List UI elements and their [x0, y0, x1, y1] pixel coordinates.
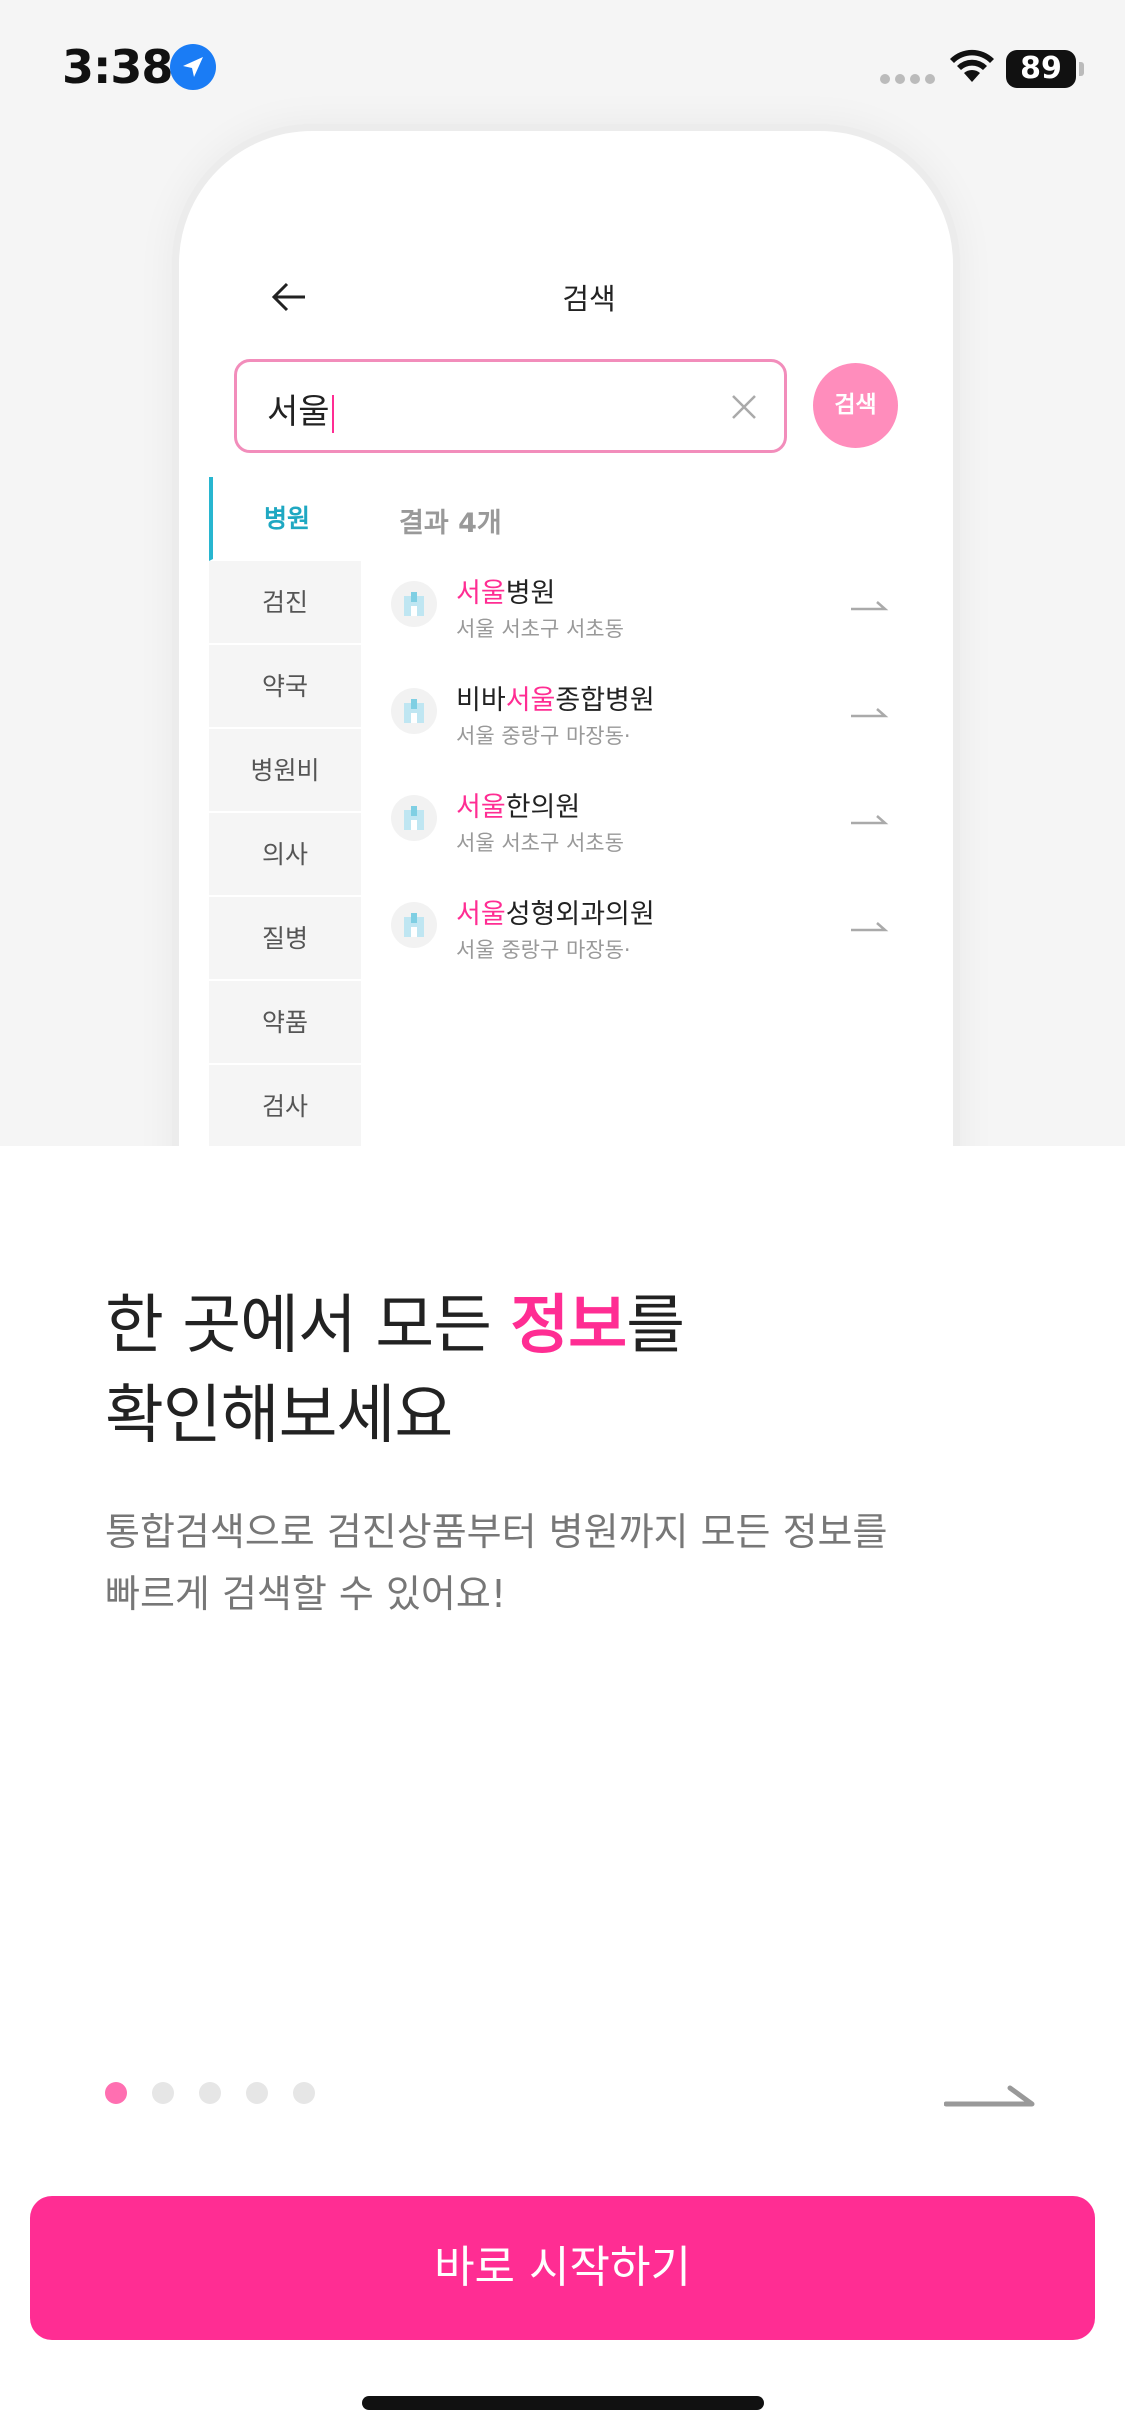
mockup-category-pharmacy: 약국	[209, 645, 361, 729]
headline-highlight: 정보	[510, 1289, 627, 1363]
result-name-suffix: 병원	[505, 578, 556, 609]
result-name-highlight: 서울	[456, 792, 506, 823]
page-dot-3[interactable]	[199, 2082, 221, 2104]
arrow-right-icon	[851, 922, 889, 932]
mockup-search-query: 서울	[267, 392, 330, 432]
result-name-prefix: 비바	[456, 685, 506, 716]
result-address: 서울 서초구 서초동	[456, 617, 624, 641]
hospital-icon	[391, 581, 437, 627]
result-address: 서울 서초구 서초동	[456, 831, 624, 855]
result-name-suffix: 종합병원	[555, 685, 655, 716]
mockup-screen: 검색 서울 검색 병원 검진 약국 병원비 의사 질병 약품 검사 결과 4개	[209, 131, 924, 1146]
arrow-right-icon	[851, 601, 889, 611]
mockup-result-item: 서울한의원 서울 서초구 서초동	[391, 785, 891, 865]
next-page-arrow-icon[interactable]	[944, 2074, 1036, 2114]
onboarding-sheet: 한 곳에서 모든 정보를 확인해보세요 통합검색으로 검진상품부터 병원까지 모…	[0, 1146, 1125, 2436]
result-name-highlight: 서울	[456, 899, 506, 930]
mockup-result-item: 서울성형외과의원 서울 중랑구 마장동·	[391, 892, 891, 972]
headline-part1: 한 곳에서 모든	[105, 1289, 511, 1363]
mockup-category-disease: 질병	[209, 897, 361, 981]
mockup-result-count: 결과 4개	[399, 508, 502, 539]
mockup-category-hospital: 병원	[209, 477, 361, 561]
mockup-category-checkup: 검진	[209, 561, 361, 645]
headline-part2: 를	[626, 1289, 685, 1363]
result-name-suffix: 성형외과의원	[505, 899, 655, 930]
page-dot-5[interactable]	[293, 2082, 315, 2104]
result-address: 서울 중랑구 마장동·	[456, 938, 631, 962]
mockup-category-hospital-fee: 병원비	[209, 729, 361, 813]
result-name-highlight: 서울	[505, 685, 556, 716]
page-dot-1[interactable]	[105, 2082, 127, 2104]
home-indicator	[362, 2396, 764, 2410]
onboarding-headline: 한 곳에서 모든 정보를 확인해보세요	[105, 1281, 685, 1461]
page-dot-4[interactable]	[246, 2082, 268, 2104]
hospital-icon	[391, 902, 437, 948]
hospital-icon	[391, 795, 437, 841]
description-line1: 통합검색으로 검진상품부터 병원까지 모든 정보를	[105, 1510, 888, 1554]
mockup-category-medicine: 약품	[209, 981, 361, 1065]
mockup-category-doctor: 의사	[209, 813, 361, 897]
mockup-result-item: 비바서울종합병원 서울 중랑구 마장동·	[391, 678, 891, 758]
clear-icon	[732, 395, 756, 419]
start-now-button[interactable]: 바로 시작하기	[30, 2196, 1095, 2340]
text-caret	[331, 394, 334, 433]
phone-mockup-illustration: 검색 서울 검색 병원 검진 약국 병원비 의사 질병 약품 검사 결과 4개	[0, 0, 1125, 1146]
hospital-icon	[391, 688, 437, 734]
mockup-result-item: 서울병원 서울 서초구 서초동	[391, 571, 891, 651]
mockup-search-input: 서울	[234, 359, 787, 453]
result-address: 서울 중랑구 마장동·	[456, 724, 631, 748]
phone-frame: 검색 서울 검색 병원 검진 약국 병원비 의사 질병 약품 검사 결과 4개	[172, 124, 960, 1146]
description-line2: 빠르게 검색할 수 있어요!	[105, 1572, 507, 1616]
mockup-title: 검색	[562, 282, 616, 316]
mockup-category-test: 검사	[209, 1065, 361, 1146]
result-name-suffix: 한의원	[505, 792, 581, 823]
arrow-right-icon	[851, 815, 889, 825]
page-dot-2[interactable]	[152, 2082, 174, 2104]
mockup-search-button: 검색	[813, 363, 898, 448]
onboarding-description: 통합검색으로 검진상품부터 병원까지 모든 정보를 빠르게 검색할 수 있어요!	[105, 1501, 1005, 1625]
mockup-category-list: 병원 검진 약국 병원비 의사 질병 약품 검사	[209, 477, 361, 1146]
result-name-highlight: 서울	[456, 578, 506, 609]
headline-line2: 확인해보세요	[105, 1379, 453, 1453]
arrow-right-icon	[851, 708, 889, 718]
